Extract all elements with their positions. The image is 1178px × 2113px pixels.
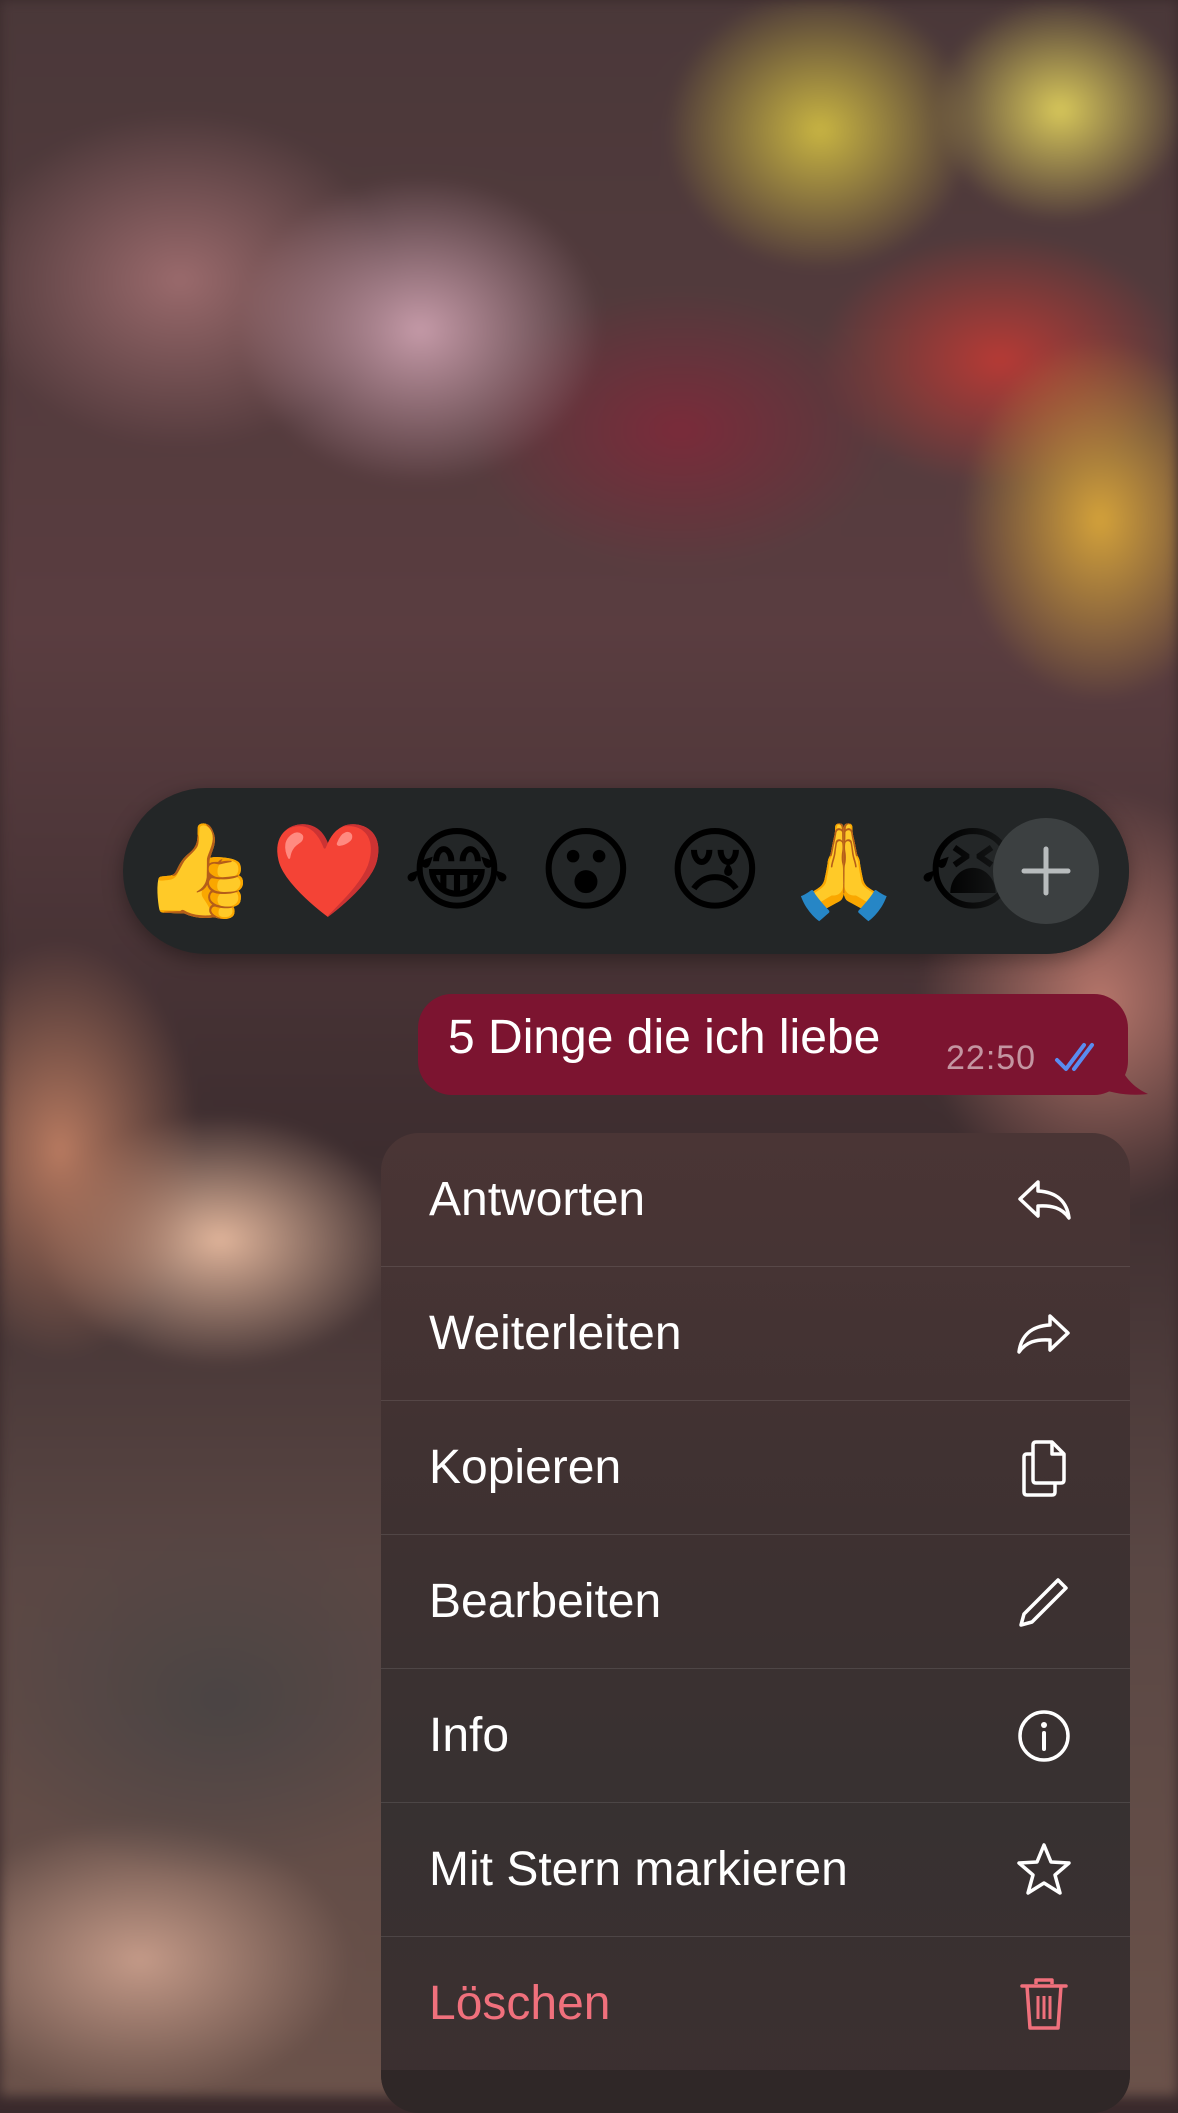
double-check-icon: [1055, 1043, 1094, 1071]
reaction-bar: 👍 ❤️ 😂 😮 😢 🙏 😭: [123, 788, 1129, 954]
menu-item-star[interactable]: Mit Stern markieren: [381, 1803, 1130, 1937]
menu-item-label: Mit Stern markieren: [429, 1843, 848, 1896]
menu-item-copy[interactable]: Kopieren: [381, 1401, 1130, 1535]
reaction-tears-of-joy[interactable]: 😂: [397, 811, 517, 931]
menu-item-label: Antworten: [429, 1173, 646, 1226]
star-icon: [1014, 1840, 1074, 1900]
menu-item-label: Löschen: [429, 1977, 611, 2030]
copy-icon: [1014, 1438, 1074, 1498]
menu-item-label: Bearbeiten: [429, 1575, 662, 1628]
menu-item-label: Kopieren: [429, 1441, 622, 1494]
reply-icon: [1014, 1170, 1074, 1230]
menu-item-label: Weiterleiten: [429, 1307, 682, 1360]
plus-icon: [1021, 846, 1071, 896]
trash-icon: [1014, 1974, 1074, 2034]
reaction-folded-hands[interactable]: 🙏: [784, 811, 904, 931]
reaction-open-mouth[interactable]: 😮: [526, 811, 646, 931]
more-reactions-button[interactable]: [993, 818, 1099, 924]
reaction-thumbs-up[interactable]: 👍: [139, 811, 259, 931]
menu-item-info[interactable]: Info: [381, 1669, 1130, 1803]
message-time: 22:50: [946, 1039, 1037, 1077]
message-text: 5 Dinge die ich liebe: [448, 1011, 881, 1064]
message-context-menu: Antworten Weiterleiten Kopieren Bearbeit…: [381, 1133, 1130, 2113]
forward-icon: [1014, 1304, 1074, 1364]
menu-item-forward[interactable]: Weiterleiten: [381, 1267, 1130, 1401]
bubble-tail: [1096, 1050, 1148, 1095]
menu-item-label: Info: [429, 1709, 510, 1762]
menu-bottom-strip: [381, 2070, 1130, 2113]
menu-item-reply[interactable]: Antworten: [381, 1133, 1130, 1267]
pencil-icon: [1014, 1572, 1074, 1632]
menu-item-edit[interactable]: Bearbeiten: [381, 1535, 1130, 1669]
reaction-red-heart[interactable]: ❤️: [268, 811, 388, 931]
reaction-crying-face[interactable]: 😢: [655, 811, 775, 931]
info-icon: [1014, 1706, 1074, 1766]
menu-item-delete[interactable]: Löschen: [381, 1937, 1130, 2071]
